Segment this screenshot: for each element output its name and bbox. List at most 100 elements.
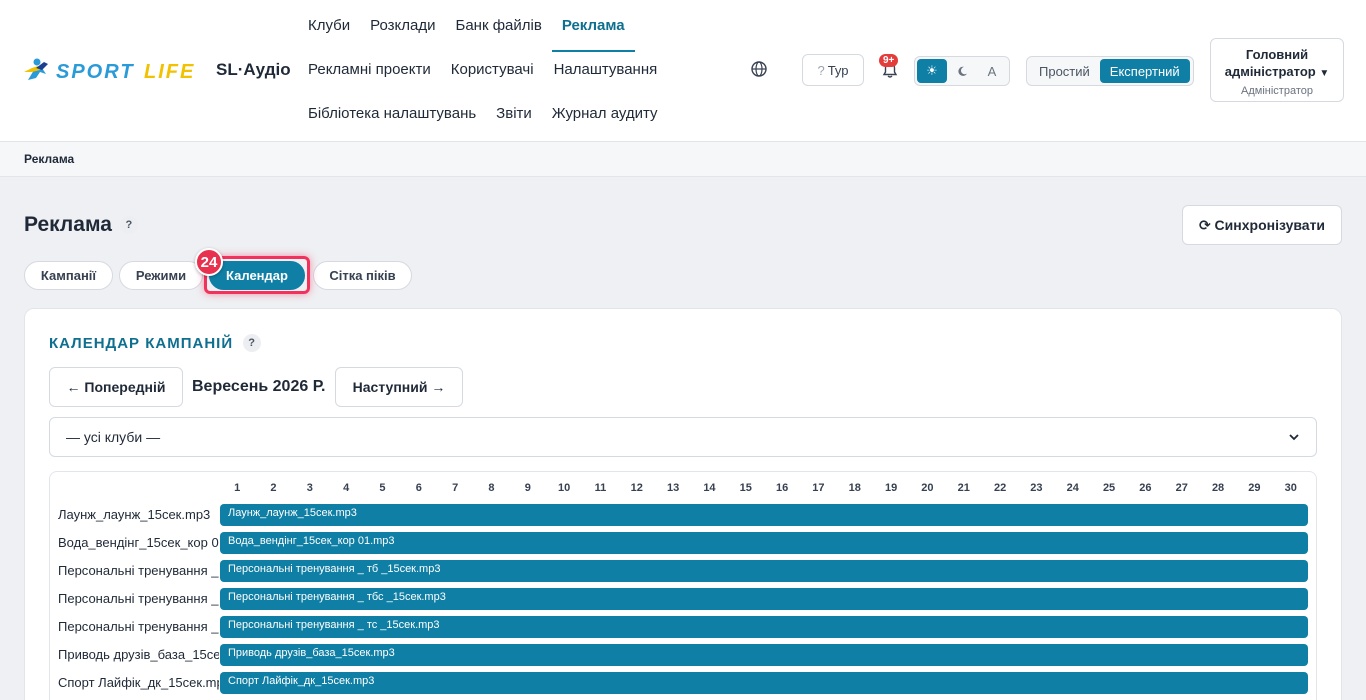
calendar-title: КАЛЕНДАР КАМПАНІЙ ? [49, 334, 262, 352]
calendar-day-11: 11 [594, 482, 607, 494]
calendar-day-18: 18 [848, 482, 861, 494]
calendar-day-25: 25 [1102, 482, 1116, 494]
next-month-button[interactable]: Наступний → [335, 367, 463, 407]
campaign-bar[interactable]: Персональні тренування _ тб _15сек.mp3 [220, 560, 1308, 582]
language-globe-icon[interactable] [750, 60, 768, 78]
calendar-row-label: Спорт Лайфік_дк_15сек.mp3 [58, 675, 219, 690]
user-name: Головний адміністратор ▼ [1224, 47, 1330, 79]
calendar-day-23: 23 [1030, 482, 1043, 494]
calendar-day-30: 30 [1284, 482, 1297, 494]
mode-expert-option[interactable]: Експертний [1099, 59, 1190, 83]
theme-auto-option[interactable]: A [977, 59, 1007, 83]
user-menu[interactable]: Головний адміністратор ▼ Адміністратор [1210, 38, 1344, 102]
nav-item-reports[interactable]: Звіти [486, 92, 542, 136]
moon-icon [957, 66, 967, 76]
question-icon: ? [817, 62, 825, 78]
calendar-day-12: 12 [630, 482, 643, 494]
calendar-row-label: Персональні тренування _ тс _15сек.mp3 [58, 619, 219, 634]
calendar-day-10: 10 [558, 482, 571, 494]
calendar-day-21: 21 [957, 482, 970, 494]
campaign-calendar-card: КАЛЕНДАР КАМПАНІЙ ? ← Попередній Вересен… [24, 308, 1342, 700]
calendar-day-20: 20 [921, 482, 934, 494]
club-filter-select[interactable]: — усі клуби — [49, 417, 1317, 457]
calendar-day-7: 7 [452, 482, 459, 494]
nav-row-3: Бібліотека налаштувань Звіти Журнал ауди… [298, 92, 658, 136]
nav-item-settings[interactable]: Налаштування [544, 48, 668, 92]
caret-down-icon: ▼ [1319, 68, 1330, 79]
campaign-bar[interactable]: Вода_вендінг_15сек_кор 01.mp3 [220, 532, 1308, 554]
theme-light-option[interactable]: ☀ [917, 59, 947, 83]
mode-simple-option[interactable]: Простий [1029, 59, 1100, 83]
calendar-day-22: 22 [993, 482, 1007, 494]
campaign-bar[interactable]: Лаунж_лаунж_15сек.mp3 [220, 504, 1308, 526]
user-role: Адміністратор [1241, 85, 1313, 97]
nav-item-ad-projects[interactable]: Рекламні проекти [298, 48, 441, 92]
calendar-day-2: 2 [270, 482, 277, 494]
calendar-row: Персональні тренування _ тб _15сек.mp3Пе… [50, 560, 1316, 582]
calendar-row-label: Персональні тренування _ тб _15сек.mp3 [58, 563, 219, 578]
calendar-help-icon[interactable]: ? [243, 334, 262, 352]
calendar-day-header: 1 2 3 4 5 6 7 8 9 10 11 12 13 14 15 16 17 18 19 20 21 22 23 24 2… [219, 482, 1309, 496]
calendar-day-6: 6 [415, 482, 422, 494]
breadcrumb-bar: Реклама [0, 142, 1366, 177]
calendar-day-15: 15 [739, 482, 752, 494]
calendar-day-24: 24 [1066, 482, 1079, 494]
tour-step-badge: 24 [195, 248, 223, 276]
page-help-icon[interactable]: ? [119, 216, 138, 234]
nav-item-audit-log[interactable]: Журнал аудиту [542, 92, 668, 136]
campaign-bar[interactable]: Спорт Лайфік_дк_15сек.mp3 [220, 672, 1308, 694]
theme-dark-option[interactable] [947, 59, 977, 83]
calendar-row: Вода_вендінг_15сек_кор 01.mp3Вода_вендін… [50, 532, 1316, 554]
sync-button[interactable]: ⟳ Синхронізувати [1182, 205, 1342, 245]
page-title: Реклама ? [24, 213, 138, 237]
nav-item-file-bank[interactable]: Банк файлів [446, 4, 552, 48]
tab-peak-grid[interactable]: Сітка піків [313, 261, 412, 290]
calendar-day-3: 3 [306, 482, 313, 494]
nav-item-advertising[interactable]: Реклама [551, 4, 635, 52]
calendar-day-29: 29 [1248, 482, 1261, 494]
calendar-row-label: Персональні тренування _ тбс _15сек.mp3 [58, 591, 219, 606]
tab-modes[interactable]: Режими [119, 261, 203, 290]
brand-name[interactable]: SL·Аудіо [216, 60, 291, 80]
calendar-row-label: Лаунж_лаунж_15сек.mp3 [58, 507, 211, 522]
calendar-day-1: 1 [234, 482, 241, 494]
sport-life-logo-icon: SPORT LIFE [24, 58, 193, 83]
calendar-day-4: 4 [343, 482, 350, 494]
app-header: SPORT LIFE SL·Аудіо Клуби Розклади Банк … [0, 0, 1366, 142]
calendar-day-28: 28 [1211, 482, 1225, 494]
calendar-day-19: 19 [884, 482, 898, 494]
campaign-bar[interactable]: Персональні тренування _ тс _15сек.mp3 [220, 616, 1308, 638]
calendar-row-label: Вода_вендінг_15сек_кор 01.mp3 [58, 535, 219, 550]
club-filter-value: — усі клуби — [66, 429, 161, 445]
calendar-day-26: 26 [1139, 482, 1152, 494]
nav-row-2: Рекламні проекти Користувачі Налаштуванн… [298, 48, 658, 92]
calendar-row: Персональні тренування _ тс _15сек.mp3Пе… [50, 616, 1316, 638]
tab-campaigns[interactable]: Кампанії [24, 261, 113, 290]
nav-item-settings-library[interactable]: Бібліотека налаштувань [298, 92, 486, 136]
prev-month-button[interactable]: ← Попередній [49, 367, 183, 407]
calendar-day-9: 9 [524, 482, 531, 494]
sport-life-logo[interactable]: SPORT LIFE [22, 56, 202, 84]
chevron-down-icon [1289, 434, 1299, 441]
notifications-count-badge: 9+ [879, 54, 899, 67]
nav-item-schedules[interactable]: Розклади [360, 4, 445, 48]
calendar-row: Спорт Лайфік_дк_15сек.mp3 Спорт Лайфік_дк… [50, 672, 1316, 694]
campaign-bar[interactable]: Приводь друзів_база_15сек.mp3 [220, 644, 1308, 666]
calendar-row: Персональні тренування _ тбс _15сек.mp3П… [50, 588, 1316, 610]
campaign-bar[interactable]: Персональні тренування _ тбс _15сек.mp3 [220, 588, 1308, 610]
calendar-day-8: 8 [488, 482, 495, 494]
nav-item-users[interactable]: Користувачі [441, 48, 544, 92]
current-month: Вересень 2026 Р. [192, 378, 326, 395]
calendar-day-13: 13 [666, 482, 680, 494]
calendar-row: Лаунж_лаунж_15сек.mp3 Лаунж_лаунж_15сек.m… [50, 504, 1316, 526]
tour-button[interactable]: ? Тур [802, 54, 864, 86]
tour-label: Тур [827, 62, 849, 78]
calendar-title-text: КАЛЕНДАР КАМПАНІЙ [49, 334, 234, 352]
nav-item-clubs[interactable]: Клуби [298, 4, 360, 48]
calendar-row-label: Приводь друзів_база_15сек.mp3 [58, 647, 219, 662]
calendar-day-27: 27 [1175, 482, 1188, 494]
svg-text:SPORT: SPORT [56, 61, 135, 83]
theme-switcher: ☀ A [914, 56, 1010, 86]
calendar-row: Приводь друзів_база_15сек.mp3Приводь дру… [50, 644, 1316, 666]
nav-row-1: Клуби Розклади Банк файлів Реклама [298, 4, 658, 52]
